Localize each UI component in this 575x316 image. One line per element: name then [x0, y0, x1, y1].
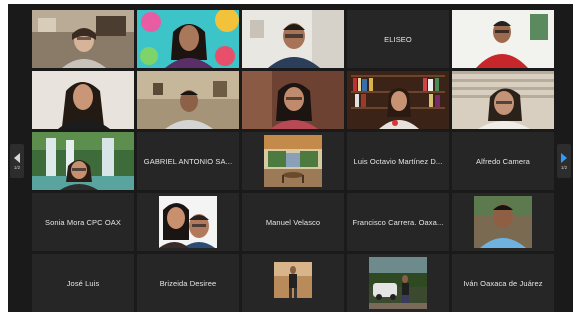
participant-name: Alfredo Camera [476, 156, 530, 166]
participant-picture [474, 196, 532, 248]
video-tile-woman-colorful-background[interactable] [137, 10, 239, 68]
gallery-grid: ELISEO GABRIEL ANTONIO SA... Luis Octavi… [32, 10, 554, 312]
participant-name: Sonia Mora CPC OAX [45, 217, 121, 227]
participant-name: Manuel Velasco [265, 217, 321, 227]
video-tile-man-outdoor-photo[interactable] [452, 193, 554, 251]
video-tile-woman-bookshelf[interactable] [347, 71, 449, 129]
participant-tile-brizeida[interactable]: Brizeida Desiree [137, 254, 239, 312]
video-tile-man-room[interactable] [137, 71, 239, 129]
video-tile-young-woman-active-speaker[interactable] [32, 71, 134, 129]
video-tile-man-standing-photo[interactable] [242, 254, 344, 312]
participant-picture [369, 257, 427, 309]
participant-video [32, 132, 134, 190]
participant-tile-luis-octavio[interactable]: Luis Octavio Martínez D... [347, 132, 449, 190]
page-indicator-right: 1/2 [560, 164, 568, 170]
participant-video [347, 71, 449, 129]
participant-name: Luis Octavio Martínez D... [353, 156, 443, 166]
participant-video [452, 10, 554, 68]
video-tile-patio-image[interactable] [242, 132, 344, 190]
participant-video [242, 10, 344, 68]
video-tile-man-glasses[interactable] [242, 10, 344, 68]
participant-name: GABRIEL ANTONIO SA... [143, 156, 233, 166]
participant-name: ELISEO [384, 34, 412, 44]
participant-video [137, 71, 239, 129]
video-tile-man-red-shirt[interactable] [452, 10, 554, 68]
participant-tile-alfredo[interactable]: Alfredo Camera [452, 132, 554, 190]
participant-video [242, 71, 344, 129]
previous-page-button[interactable]: 1/2 [10, 144, 24, 178]
participant-name: Brizeida Desiree [159, 278, 217, 288]
video-tile-woman-glasses-brown-wall[interactable] [242, 71, 344, 129]
participant-name: Iván Oaxaca de Juárez [463, 278, 543, 288]
video-tile-woman-glasses-office[interactable] [32, 10, 134, 68]
participant-video [137, 10, 239, 68]
participant-name: José Luis [66, 278, 100, 288]
participant-tile-eliseo[interactable]: ELISEO [347, 10, 449, 68]
participant-picture [264, 135, 322, 187]
participant-tile-ivan[interactable]: Iván Oaxaca de Juárez [452, 254, 554, 312]
participant-video [32, 10, 134, 68]
page-indicator-left: 1/2 [13, 164, 21, 170]
participant-video [452, 71, 554, 129]
chevron-right-icon [561, 152, 567, 163]
video-tile-waterfall-background[interactable] [32, 132, 134, 190]
next-page-button[interactable]: 1/2 [557, 144, 571, 178]
chevron-left-icon [14, 152, 20, 163]
participant-video [32, 71, 134, 129]
video-tile-woman-glasses-blinds[interactable] [452, 71, 554, 129]
participant-tile-francisco[interactable]: Francisco Carrera. Oaxa... [347, 193, 449, 251]
participant-name: Francisco Carrera. Oaxa... [352, 217, 444, 227]
participant-picture [159, 196, 217, 248]
video-tile-car-photo[interactable] [347, 254, 449, 312]
video-meeting-window: 1/2 ELISEO GABRIEL ANTONIO SA... Luis Oc… [8, 4, 573, 312]
participant-tile-manuel[interactable]: Manuel Velasco [242, 193, 344, 251]
participant-tile-gabriel[interactable]: GABRIEL ANTONIO SA... [137, 132, 239, 190]
video-tile-couple-photo[interactable] [137, 193, 239, 251]
participant-tile-sonia[interactable]: Sonia Mora CPC OAX [32, 193, 134, 251]
participant-picture [274, 262, 312, 298]
participant-tile-jose-luis[interactable]: José Luis [32, 254, 134, 312]
